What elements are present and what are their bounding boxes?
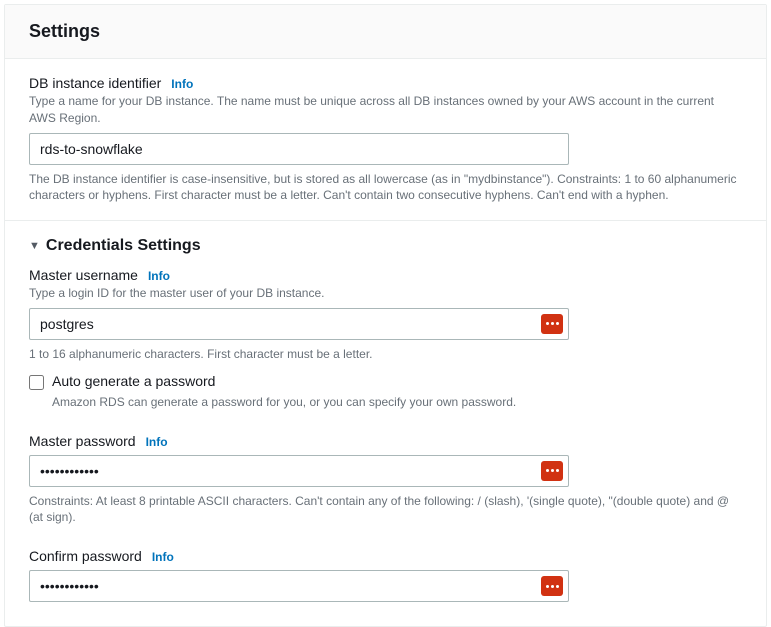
db-instance-constraints: The DB instance identifier is case-insen… xyxy=(29,171,742,205)
panel-title: Settings xyxy=(29,21,742,42)
auto-generate-label: Auto generate a password xyxy=(52,373,215,389)
confirm-password-label: Confirm password xyxy=(29,548,142,564)
db-instance-input[interactable] xyxy=(29,133,569,165)
db-instance-label: DB instance identifier xyxy=(29,75,161,91)
master-username-constraints: 1 to 16 alphanumeric characters. First c… xyxy=(29,346,742,363)
confirm-password-field: Confirm password Info xyxy=(29,548,742,602)
auto-generate-row: Auto generate a password xyxy=(29,373,742,390)
master-username-desc: Type a login ID for the master user of y… xyxy=(29,285,742,302)
master-password-input[interactable] xyxy=(29,455,569,487)
master-password-field: Master password Info Constraints: At lea… xyxy=(29,433,742,527)
confirm-password-input[interactable] xyxy=(29,570,569,602)
auto-generate-checkbox[interactable] xyxy=(29,375,44,390)
master-username-field: Master username Info Type a login ID for… xyxy=(29,267,742,363)
master-username-label: Master username xyxy=(29,267,138,283)
auto-generate-desc: Amazon RDS can generate a password for y… xyxy=(52,394,742,411)
db-instance-desc: Type a name for your DB instance. The na… xyxy=(29,93,742,127)
master-password-info-link[interactable]: Info xyxy=(146,435,168,449)
password-manager-icon[interactable] xyxy=(541,576,563,596)
master-password-constraints: Constraints: At least 8 printable ASCII … xyxy=(29,493,742,527)
db-instance-info-link[interactable]: Info xyxy=(171,77,193,91)
master-username-input[interactable] xyxy=(29,308,569,340)
password-manager-icon[interactable] xyxy=(541,461,563,481)
db-instance-section: DB instance identifier Info Type a name … xyxy=(29,75,742,220)
password-manager-icon[interactable] xyxy=(541,314,563,334)
credentials-header: Credentials Settings xyxy=(46,237,201,255)
confirm-password-info-link[interactable]: Info xyxy=(152,550,174,564)
panel-body: DB instance identifier Info Type a name … xyxy=(5,59,766,626)
chevron-down-icon: ▼ xyxy=(29,240,40,252)
credentials-header-row[interactable]: ▼ Credentials Settings xyxy=(29,221,742,263)
master-password-label: Master password xyxy=(29,433,136,449)
master-username-info-link[interactable]: Info xyxy=(148,269,170,283)
settings-panel: Settings DB instance identifier Info Typ… xyxy=(4,4,767,627)
panel-header: Settings xyxy=(5,5,766,59)
